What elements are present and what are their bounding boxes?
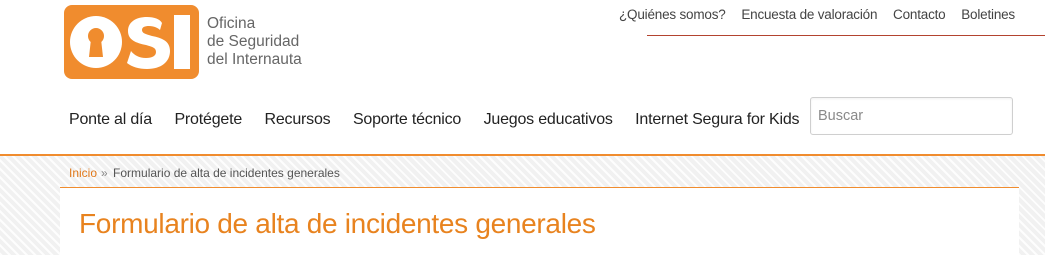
nav-protegete[interactable]: Protégete xyxy=(174,111,242,128)
main-content: Formulario de alta de incidentes general… xyxy=(60,188,1019,268)
logo-wordmark: Oficina de Seguridad del Internauta xyxy=(207,15,302,69)
top-links: ¿Quiénes somos? Encuesta de valoración C… xyxy=(619,7,1015,22)
link-encuesta[interactable]: Encuesta de valoración xyxy=(741,7,877,22)
breadcrumb: Inicio » Formulario de alta de incidentes… xyxy=(69,166,340,180)
breadcrumb-current: Formulario de alta de incidentes general… xyxy=(113,166,340,180)
osi-logo-mark xyxy=(64,5,199,79)
osi-logo[interactable]: Oficina de Seguridad del Internauta xyxy=(64,5,310,79)
content-band: Inicio » Formulario de alta de incidentes… xyxy=(0,154,1045,268)
link-quienes-somos[interactable]: ¿Quiénes somos? xyxy=(619,7,726,22)
search-input[interactable] xyxy=(811,98,1012,134)
logo-line-2: de Seguridad xyxy=(207,33,300,50)
breadcrumb-home-link[interactable]: Inicio xyxy=(69,166,97,180)
nav-internet-segura-kids[interactable]: Internet Segura for Kids xyxy=(635,111,799,128)
nav-soporte-tecnico[interactable]: Soporte técnico xyxy=(353,111,461,128)
nav-juegos-educativos[interactable]: Juegos educativos xyxy=(484,111,613,128)
nav-ponte-al-dia[interactable]: Ponte al día xyxy=(69,111,152,128)
main-nav: Ponte al día Protégete Recursos Soporte … xyxy=(69,111,817,129)
link-boletines[interactable]: Boletines xyxy=(961,7,1015,22)
site-header: Oficina de Seguridad del Internauta ¿Qui… xyxy=(0,0,1045,155)
breadcrumb-separator: » xyxy=(101,166,108,180)
link-contacto[interactable]: Contacto xyxy=(893,7,946,22)
top-links-divider xyxy=(647,35,1045,36)
logo-line-1: Oficina xyxy=(207,15,256,32)
page-title: Formulario de alta de incidentes general… xyxy=(79,208,596,239)
search-box xyxy=(810,97,1013,135)
nav-recursos[interactable]: Recursos xyxy=(265,111,331,128)
logo-line-3: del Internauta xyxy=(207,51,302,68)
